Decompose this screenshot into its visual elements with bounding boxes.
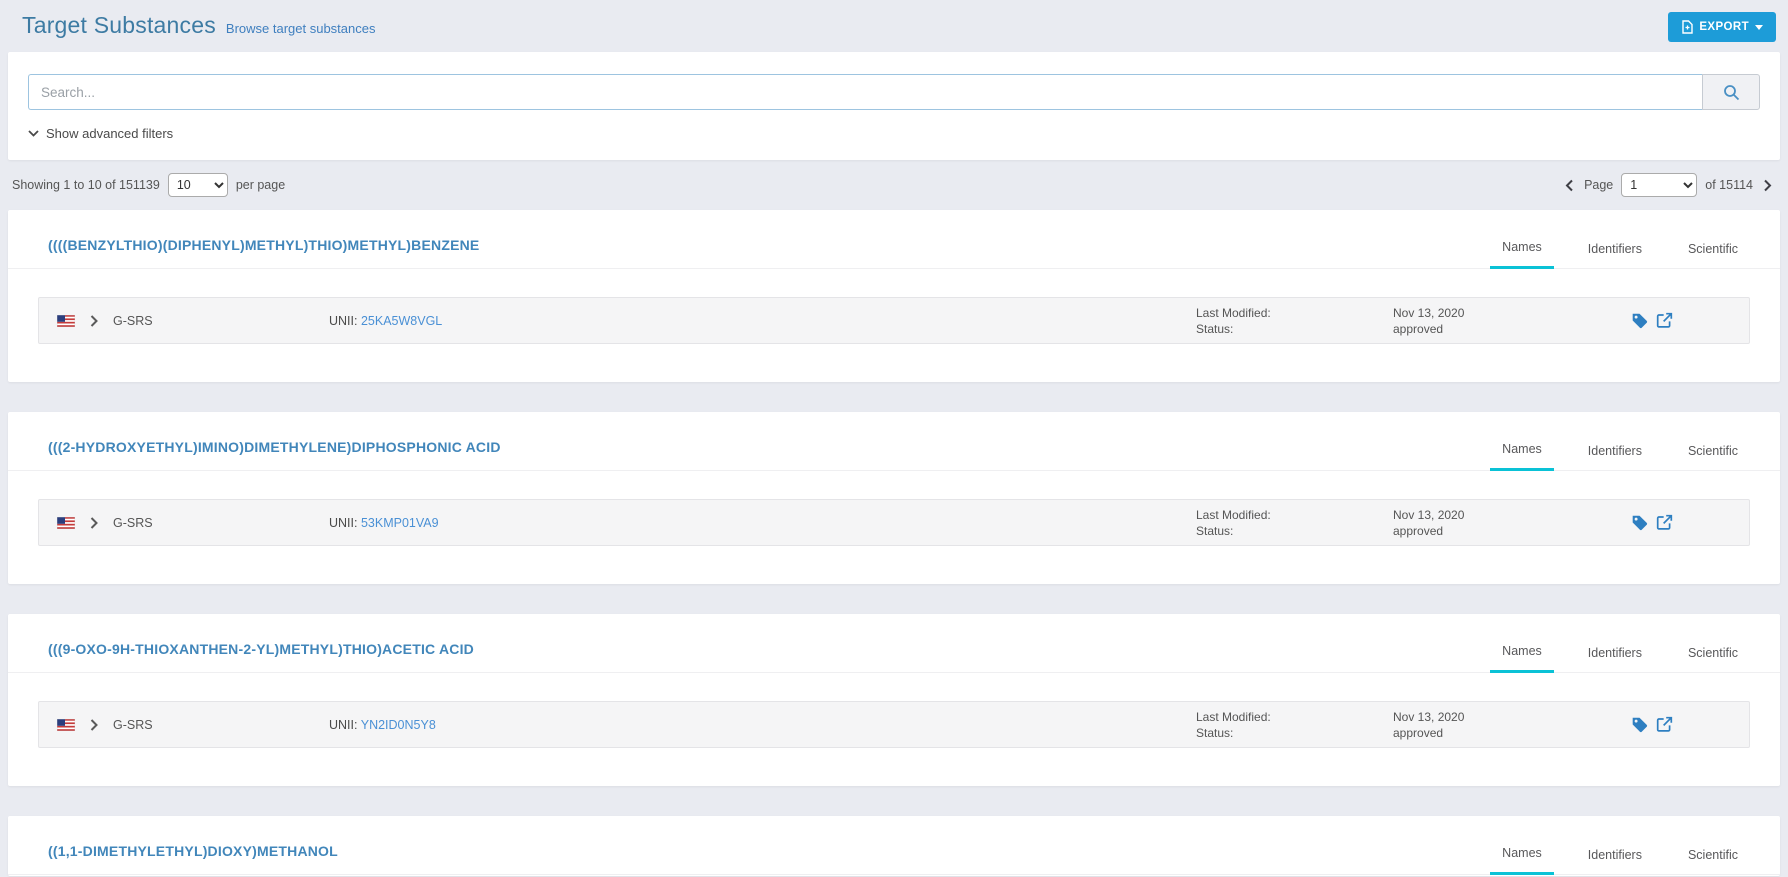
file-export-icon bbox=[1681, 20, 1694, 34]
status-label: Status: bbox=[1196, 321, 1234, 336]
substance-name-link[interactable]: ((((BENZYLTHIO)(DIPHENYL)METHYL)THIO)MET… bbox=[38, 210, 499, 268]
tab-scientific[interactable]: Scientific bbox=[1676, 646, 1750, 672]
source-label: G-SRS bbox=[113, 313, 153, 328]
unii-label: UNII: bbox=[329, 717, 358, 732]
export-button[interactable]: EXPORT bbox=[1668, 12, 1776, 42]
tab-identifiers[interactable]: Identifiers bbox=[1576, 444, 1654, 470]
advanced-filters-toggle[interactable]: Show advanced filters bbox=[28, 126, 173, 141]
list-meta-row: Showing 1 to 10 of 151139 10 per page Pa… bbox=[8, 173, 1780, 197]
tab-names[interactable]: Names bbox=[1490, 846, 1554, 875]
source-label: G-SRS bbox=[113, 717, 153, 732]
page-subtitle: Browse target substances bbox=[225, 21, 376, 36]
per-page-select[interactable]: 10 bbox=[167, 173, 228, 197]
substance-detail-row: G-SRS UNII: 53KMP01VA9 Last Modified: St… bbox=[38, 499, 1750, 546]
advanced-filters-label: Show advanced filters bbox=[46, 126, 174, 141]
search-button[interactable] bbox=[1702, 74, 1760, 110]
chevron-right-icon[interactable] bbox=[90, 314, 98, 327]
card-header: ((((BENZYLTHIO)(DIPHENYL)METHYL)THIO)MET… bbox=[8, 210, 1780, 269]
us-flag-icon bbox=[56, 314, 76, 327]
tab-names[interactable]: Names bbox=[1490, 240, 1554, 269]
external-link-icon[interactable] bbox=[1656, 312, 1673, 329]
substance-card: ((((BENZYLTHIO)(DIPHENYL)METHYL)THIO)MET… bbox=[8, 210, 1780, 382]
tab-scientific[interactable]: Scientific bbox=[1676, 848, 1750, 874]
per-page-suffix: per page bbox=[235, 178, 286, 192]
page-label: Page bbox=[1584, 178, 1614, 192]
search-input[interactable] bbox=[28, 74, 1702, 110]
tab-identifiers[interactable]: Identifiers bbox=[1576, 848, 1654, 874]
status-label: Status: bbox=[1196, 523, 1234, 538]
unii-link[interactable]: YN2ID0N5Y8 bbox=[361, 718, 436, 732]
tag-icon[interactable] bbox=[1631, 716, 1648, 733]
card-header: ((1,1-DIMETHYLETHYL)DIOXY)METHANOL Names… bbox=[8, 816, 1780, 875]
status-value: approved bbox=[1393, 725, 1444, 740]
prev-page-button[interactable] bbox=[1563, 179, 1576, 192]
card-header: (((2-HYDROXYETHYL)IMINO)DIMETHYLENE)DIPH… bbox=[8, 412, 1780, 471]
next-page-button[interactable] bbox=[1761, 179, 1774, 192]
showing-text: Showing 1 to 10 of 151139 bbox=[12, 178, 160, 192]
substance-card: ((1,1-DIMETHYLETHYL)DIOXY)METHANOL Names… bbox=[8, 816, 1780, 876]
tab-identifiers[interactable]: Identifiers bbox=[1576, 242, 1654, 268]
unii-label: UNII: bbox=[329, 515, 358, 530]
page-select[interactable]: 1 bbox=[1621, 173, 1698, 197]
export-button-label: EXPORT bbox=[1699, 21, 1749, 33]
last-modified-value: Nov 13, 2020 bbox=[1393, 305, 1465, 320]
substance-detail-row: G-SRS UNII: 25KA5W8VGL Last Modified: St… bbox=[38, 297, 1750, 344]
chevron-right-icon[interactable] bbox=[90, 516, 98, 529]
page-total-text: of 15114 bbox=[1705, 178, 1753, 192]
substance-card: (((2-HYDROXYETHYL)IMINO)DIMETHYLENE)DIPH… bbox=[8, 412, 1780, 584]
status-value: approved bbox=[1393, 321, 1444, 336]
substance-name-link[interactable]: (((9-OXO-9H-THIOXANTHEN-2-YL)METHYL)THIO… bbox=[38, 614, 494, 672]
last-modified-value: Nov 13, 2020 bbox=[1393, 709, 1465, 724]
external-link-icon[interactable] bbox=[1656, 514, 1673, 531]
us-flag-icon bbox=[56, 718, 76, 731]
tab-scientific[interactable]: Scientific bbox=[1676, 444, 1750, 470]
page-header: Target Substances Browse target substanc… bbox=[8, 10, 1780, 42]
tag-icon[interactable] bbox=[1631, 514, 1648, 531]
chevron-right-icon[interactable] bbox=[90, 718, 98, 731]
tag-icon[interactable] bbox=[1631, 312, 1648, 329]
status-value: approved bbox=[1393, 523, 1444, 538]
search-icon bbox=[1723, 84, 1740, 101]
substance-name-link[interactable]: ((1,1-DIMETHYLETHYL)DIOXY)METHANOL bbox=[38, 816, 358, 874]
last-modified-label: Last Modified: bbox=[1196, 709, 1271, 724]
card-tabs: Names Identifiers Scientific bbox=[1468, 644, 1750, 673]
card-tabs: Names Identifiers Scientific bbox=[1468, 442, 1750, 471]
source-label: G-SRS bbox=[113, 515, 153, 530]
caret-down-icon bbox=[1755, 24, 1763, 30]
card-tabs: Names Identifiers Scientific bbox=[1468, 846, 1750, 875]
last-modified-value: Nov 13, 2020 bbox=[1393, 507, 1465, 522]
tab-identifiers[interactable]: Identifiers bbox=[1576, 646, 1654, 672]
tab-names[interactable]: Names bbox=[1490, 644, 1554, 673]
tab-scientific[interactable]: Scientific bbox=[1676, 242, 1750, 268]
substance-name-link[interactable]: (((2-HYDROXYETHYL)IMINO)DIMETHYLENE)DIPH… bbox=[38, 412, 521, 470]
external-link-icon[interactable] bbox=[1656, 716, 1673, 733]
status-label: Status: bbox=[1196, 725, 1234, 740]
unii-label: UNII: bbox=[329, 313, 358, 328]
card-tabs: Names Identifiers Scientific bbox=[1468, 240, 1750, 269]
unii-link[interactable]: 25KA5W8VGL bbox=[361, 314, 442, 328]
card-header: (((9-OXO-9H-THIOXANTHEN-2-YL)METHYL)THIO… bbox=[8, 614, 1780, 673]
chevron-down-icon bbox=[28, 130, 39, 137]
unii-link[interactable]: 53KMP01VA9 bbox=[361, 516, 439, 530]
search-panel: Show advanced filters bbox=[8, 52, 1780, 160]
page-title: Target Substances bbox=[22, 12, 216, 38]
last-modified-label: Last Modified: bbox=[1196, 507, 1271, 522]
last-modified-label: Last Modified: bbox=[1196, 305, 1271, 320]
substance-card: (((9-OXO-9H-THIOXANTHEN-2-YL)METHYL)THIO… bbox=[8, 614, 1780, 786]
substance-detail-row: G-SRS UNII: YN2ID0N5Y8 Last Modified: St… bbox=[38, 701, 1750, 748]
tab-names[interactable]: Names bbox=[1490, 442, 1554, 471]
us-flag-icon bbox=[56, 516, 76, 529]
